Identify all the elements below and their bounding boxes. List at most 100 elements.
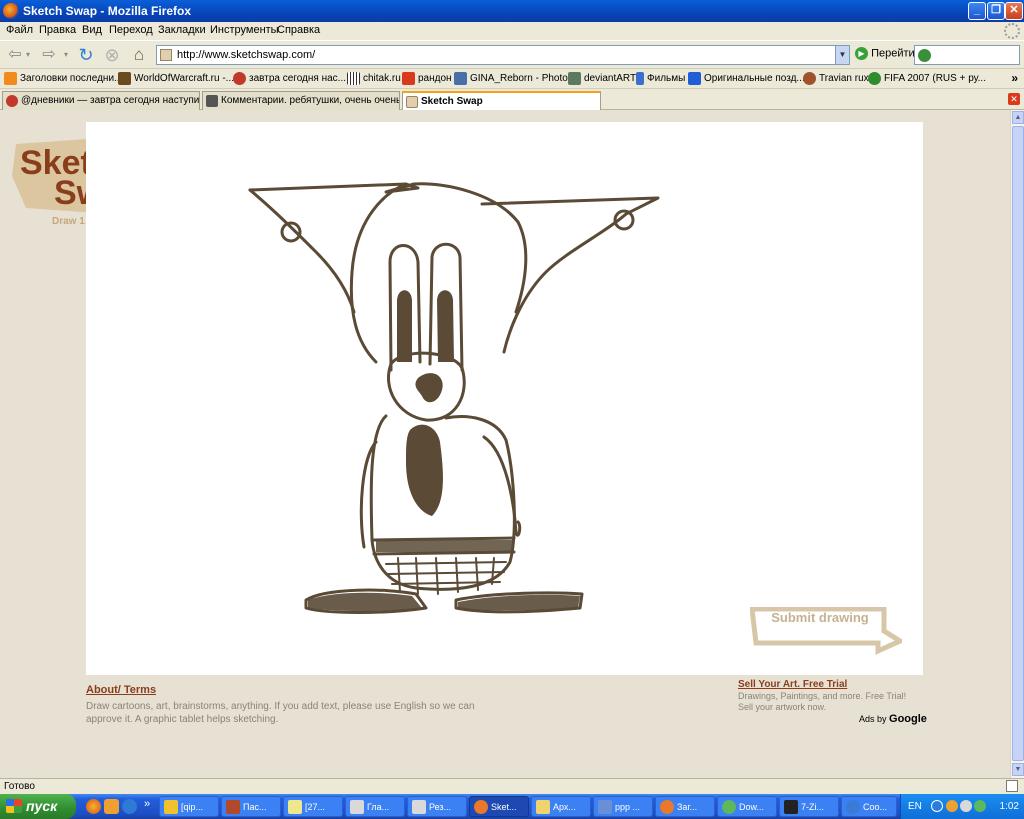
navigation-toolbar: ⇦ ▾ ⇨ ▾ ↻ ⊗ ⌂ ▼ ▶ Перейти xyxy=(0,40,1024,68)
bookmarks-toolbar: Заголовки последни... WorldOfWarcraft.ru… xyxy=(0,68,1024,88)
taskbar-button[interactable]: 7-Zi... xyxy=(779,796,839,817)
opera-quicklaunch-icon[interactable] xyxy=(104,799,119,814)
bookmark-item[interactable]: Заголовки последни... xyxy=(4,72,122,85)
language-indicator[interactable]: EN xyxy=(908,801,922,812)
taskbar: пуск » [qip... Пас... [27... Гла... Рез.… xyxy=(0,794,1024,819)
forward-dropdown-icon[interactable]: ▾ xyxy=(60,44,72,66)
taskbar-button[interactable]: [qip... xyxy=(159,796,219,817)
status-bar: Готово xyxy=(0,778,1024,794)
livejournal-icon xyxy=(206,95,218,107)
menu-go[interactable]: Переход xyxy=(109,24,153,36)
system-tray: EN 1:02 xyxy=(900,794,1024,819)
stop-button[interactable]: ⊗ xyxy=(101,44,123,66)
taskbar-button[interactable]: Заг... xyxy=(655,796,715,817)
menu-help[interactable]: Справка xyxy=(277,24,320,36)
taskbar-button[interactable]: Рез... xyxy=(407,796,467,817)
tray-volume-icon[interactable] xyxy=(960,800,972,812)
bookmarks-overflow-icon[interactable]: » xyxy=(1011,71,1018,85)
about-terms-link[interactable]: About/ Terms xyxy=(86,684,156,696)
taskbar-button-active[interactable]: Sket... xyxy=(469,796,529,817)
search-engine-icon[interactable] xyxy=(918,49,931,62)
bookmark-item[interactable]: FIFA 2007 (RUS + ру... xyxy=(868,72,986,85)
qip-icon xyxy=(164,800,178,814)
download-icon xyxy=(722,800,736,814)
diary-icon xyxy=(233,72,246,85)
search-box[interactable] xyxy=(914,45,1020,65)
taskbar-button[interactable]: Гла... xyxy=(345,796,405,817)
window-icon xyxy=(350,800,364,814)
site-favicon-icon xyxy=(160,49,172,61)
mail-icon xyxy=(288,800,302,814)
tray-app-icon[interactable] xyxy=(946,800,958,812)
sketch-drawing xyxy=(248,182,660,614)
reload-button[interactable]: ↻ xyxy=(75,44,97,66)
bookmark-item[interactable]: deviantART xyxy=(568,72,636,85)
maximize-button[interactable]: ❐ xyxy=(987,2,1005,20)
window-titlebar[interactable]: Sketch Swap - Mozilla Firefox _ ❐ ✕ xyxy=(0,0,1024,22)
vertical-scrollbar[interactable]: ▲ ▼ xyxy=(1010,110,1024,778)
scroll-down-icon[interactable]: ▼ xyxy=(1012,763,1024,776)
url-input[interactable] xyxy=(177,48,827,62)
close-window-button[interactable]: ✕ xyxy=(1005,2,1023,20)
firefox-quicklaunch-icon[interactable] xyxy=(86,799,101,814)
folder-icon xyxy=(536,800,550,814)
tab-diary[interactable]: @дневники — завтра сегодня наступит ... xyxy=(2,91,200,110)
bookmark-item[interactable]: рандон xyxy=(402,72,452,85)
bookmark-item[interactable]: Оригинальные позд... xyxy=(688,72,805,85)
ie-quicklaunch-icon[interactable] xyxy=(122,799,137,814)
bookmark-item[interactable]: GINA_Reborn - Photo... xyxy=(454,72,576,85)
tray-clock[interactable]: 1:02 xyxy=(1000,801,1019,812)
travian-icon xyxy=(803,72,816,85)
ad-title-link[interactable]: Sell Your Art. Free Trial xyxy=(738,679,847,690)
home-button[interactable]: ⌂ xyxy=(128,44,150,66)
tab-comments[interactable]: Комментарии. ребятушки, очень очень в... xyxy=(202,91,400,110)
windows-logo-icon xyxy=(6,799,22,813)
menu-file[interactable]: Файл xyxy=(6,24,33,36)
firefox-icon xyxy=(660,800,674,814)
bookmark-item[interactable]: завтра сегодня нас... xyxy=(233,72,346,85)
quicklaunch-more-icon[interactable]: » xyxy=(144,798,150,810)
bookmark-item[interactable]: chitak.ru xyxy=(347,72,401,85)
cube-icon xyxy=(688,72,701,85)
document-icon xyxy=(598,800,612,814)
taskbar-button[interactable]: Арх... xyxy=(531,796,591,817)
tray-arrow-icon[interactable] xyxy=(931,800,943,812)
forward-button[interactable]: ⇨ xyxy=(38,44,60,66)
ad-text: Drawings, Paintings, and more. Free Tria… xyxy=(738,691,907,712)
app-icon xyxy=(226,800,240,814)
go-button[interactable]: ▶ Перейти xyxy=(855,47,915,63)
minimize-button[interactable]: _ xyxy=(968,2,986,20)
taskbar-button[interactable]: Пас... xyxy=(221,796,281,817)
7zip-icon xyxy=(784,800,798,814)
bookmark-item[interactable]: WorldOfWarcraft.ru -... xyxy=(118,72,234,85)
menu-bookmarks[interactable]: Закладки xyxy=(158,24,206,36)
menu-view[interactable]: Вид xyxy=(82,24,102,36)
taskbar-button[interactable]: ppp ... xyxy=(593,796,653,817)
rss-icon xyxy=(4,72,17,85)
close-tab-button[interactable]: ✕ xyxy=(1008,93,1020,105)
scroll-thumb[interactable] xyxy=(1012,126,1024,761)
bookmark-item[interactable]: Travian rux xyxy=(803,72,869,85)
page-info-icon[interactable] xyxy=(1006,780,1018,792)
taskbar-button[interactable]: [27... xyxy=(283,796,343,817)
tab-sketch-swap[interactable]: Sketch Swap xyxy=(402,91,601,110)
address-bar[interactable]: ▼ xyxy=(156,45,850,65)
drawing-canvas[interactable]: Submit drawing xyxy=(86,122,923,675)
firefox-icon xyxy=(474,800,488,814)
menu-tools[interactable]: Инструменты xyxy=(210,24,279,36)
url-dropdown-icon[interactable]: ▼ xyxy=(835,46,849,64)
menu-edit[interactable]: Правка xyxy=(39,24,76,36)
taskbar-button[interactable]: Coo... xyxy=(841,796,897,817)
start-button[interactable]: пуск xyxy=(0,794,76,819)
photo-icon xyxy=(454,72,467,85)
taskbar-button[interactable]: Dow... xyxy=(717,796,777,817)
back-dropdown-icon[interactable]: ▾ xyxy=(22,44,34,66)
tray-network-icon[interactable] xyxy=(974,800,986,812)
fifa-icon xyxy=(868,72,881,85)
ie-icon xyxy=(846,800,860,814)
bookmark-item[interactable]: Фильмы xyxy=(636,72,685,85)
ads-by-google[interactable]: Ads by Google xyxy=(859,713,927,725)
scroll-up-icon[interactable]: ▲ xyxy=(1012,111,1024,124)
submit-drawing-button[interactable]: Submit drawing xyxy=(749,606,906,655)
page-description: Draw cartoons, art, brainstorms, anythin… xyxy=(86,701,475,725)
